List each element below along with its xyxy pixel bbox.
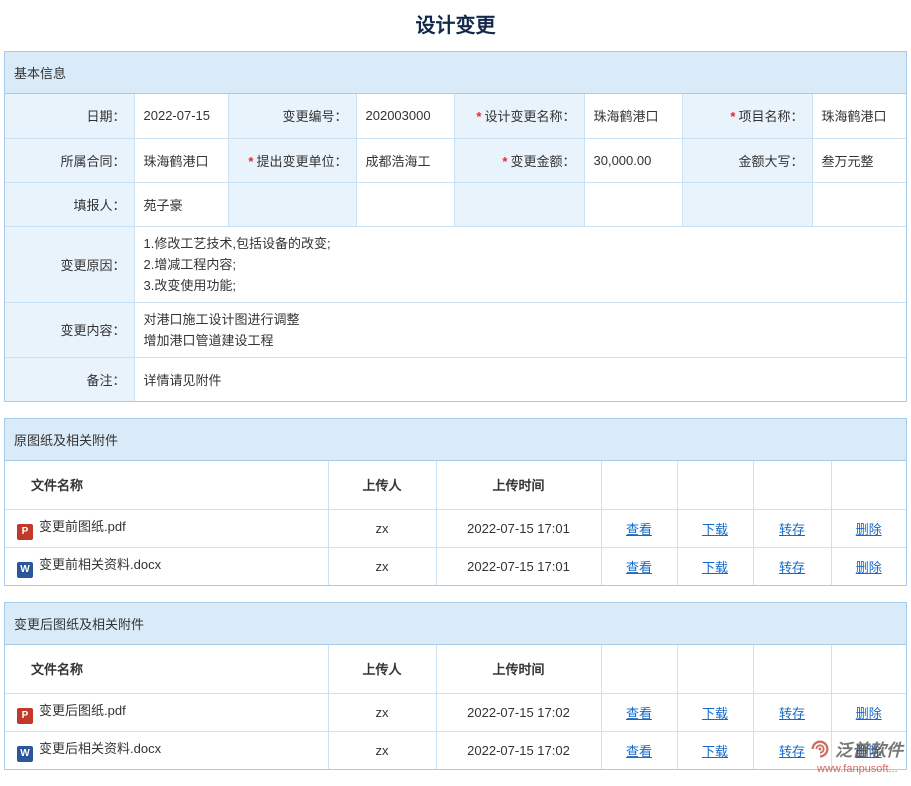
column-header-upload-time: 上传时间 <box>436 461 601 509</box>
column-header-empty <box>831 645 906 693</box>
amount-caps-value: 叁万元整 <box>812 138 906 182</box>
view-link[interactable]: 查看 <box>626 706 652 721</box>
empty-label-cell <box>682 182 812 226</box>
design-change-name-value: 珠海鹤港口 <box>584 94 682 138</box>
basic-info-section: 基本信息 日期： 2022-07-15 变更编号： 202003000 *设计变… <box>4 51 907 402</box>
propose-unit-label: *提出变更单位： <box>228 138 356 182</box>
download-link[interactable]: 下载 <box>702 522 728 537</box>
required-mark: * <box>248 154 253 169</box>
column-header-empty <box>831 461 906 509</box>
reason-value: 1.修改工艺技术,包括设备的改变; 2.增减工程内容; 3.改变使用功能; <box>134 226 906 302</box>
download-link[interactable]: 下载 <box>702 560 728 575</box>
column-header-file-name: 文件名称 <box>5 461 328 509</box>
propose-unit-value: 成都浩海工 <box>356 138 454 182</box>
view-link[interactable]: 查看 <box>626 560 652 575</box>
view-link[interactable]: 查看 <box>626 522 652 537</box>
download-link[interactable]: 下载 <box>702 744 728 759</box>
table-row: W变更后相关资料.docx zx 2022-07-15 17:02 查看 下载 … <box>5 731 906 769</box>
attachments-before-section: 原图纸及相关附件 文件名称 上传人 上传时间 P变更前图纸.pdf zx 202… <box>4 418 907 586</box>
save-as-link[interactable]: 转存 <box>779 706 805 721</box>
pdf-icon: P <box>17 524 33 540</box>
file-name-cell: W变更后相关资料.docx <box>5 731 328 769</box>
amount-value: 30,000.00 <box>584 138 682 182</box>
upload-time-cell: 2022-07-15 17:01 <box>436 547 601 585</box>
content-label: 变更内容： <box>5 302 134 357</box>
upload-time-cell: 2022-07-15 17:02 <box>436 693 601 731</box>
uploader-cell: zx <box>328 693 436 731</box>
file-name-cell: P变更后图纸.pdf <box>5 693 328 731</box>
upload-time-cell: 2022-07-15 17:01 <box>436 509 601 547</box>
required-mark: * <box>730 109 735 124</box>
empty-label-cell <box>228 182 356 226</box>
column-header-empty <box>753 461 831 509</box>
required-mark: * <box>502 154 507 169</box>
remark-value: 详情请见附件 <box>134 357 906 401</box>
attachments-after-section: 变更后图纸及相关附件 文件名称 上传人 上传时间 P变更后图纸.pdf zx 2… <box>4 602 907 770</box>
file-name-cell: W变更前相关资料.docx <box>5 547 328 585</box>
contract-value: 珠海鹤港口 <box>134 138 228 182</box>
delete-link[interactable]: 删除 <box>856 560 882 575</box>
save-as-link[interactable]: 转存 <box>779 560 805 575</box>
amount-caps-label: 金额大写： <box>682 138 812 182</box>
reason-label: 变更原因： <box>5 226 134 302</box>
save-as-link[interactable]: 转存 <box>779 744 805 759</box>
empty-value-cell <box>584 182 682 226</box>
file-name-cell: P变更前图纸.pdf <box>5 509 328 547</box>
column-header-empty <box>601 645 677 693</box>
date-value: 2022-07-15 <box>134 94 228 138</box>
table-row: P变更前图纸.pdf zx 2022-07-15 17:01 查看 下载 转存 … <box>5 509 906 547</box>
table-row: W变更前相关资料.docx zx 2022-07-15 17:01 查看 下载 … <box>5 547 906 585</box>
download-link[interactable]: 下载 <box>702 706 728 721</box>
contract-label: 所属合同： <box>5 138 134 182</box>
column-header-empty <box>677 461 753 509</box>
change-no-label: 变更编号： <box>228 94 356 138</box>
empty-value-cell <box>356 182 454 226</box>
column-header-empty <box>753 645 831 693</box>
remark-label: 备注： <box>5 357 134 401</box>
empty-value-cell <box>812 182 906 226</box>
column-header-uploader: 上传人 <box>328 461 436 509</box>
word-icon: W <box>17 746 33 762</box>
content-value: 对港口施工设计图进行调整 增加港口管道建设工程 <box>134 302 906 357</box>
date-label: 日期： <box>5 94 134 138</box>
filler-value: 苑子豪 <box>134 182 228 226</box>
view-link[interactable]: 查看 <box>626 744 652 759</box>
column-header-uploader: 上传人 <box>328 645 436 693</box>
uploader-cell: zx <box>328 731 436 769</box>
delete-link[interactable]: 删除 <box>856 522 882 537</box>
delete-link[interactable]: 删除 <box>856 706 882 721</box>
column-header-file-name: 文件名称 <box>5 645 328 693</box>
uploader-cell: zx <box>328 547 436 585</box>
column-header-upload-time: 上传时间 <box>436 645 601 693</box>
save-as-link[interactable]: 转存 <box>779 522 805 537</box>
page-title: 设计变更 <box>0 0 911 51</box>
project-name-label: *项目名称： <box>682 94 812 138</box>
uploader-cell: zx <box>328 509 436 547</box>
filler-label: 填报人： <box>5 182 134 226</box>
attachments-after-section-title: 变更后图纸及相关附件 <box>5 603 906 645</box>
project-name-value: 珠海鹤港口 <box>812 94 906 138</box>
basic-info-section-title: 基本信息 <box>5 52 906 94</box>
pdf-icon: P <box>17 708 33 724</box>
word-icon: W <box>17 562 33 578</box>
delete-link[interactable]: 删除 <box>856 744 882 759</box>
column-header-empty <box>677 645 753 693</box>
upload-time-cell: 2022-07-15 17:02 <box>436 731 601 769</box>
design-change-name-label: *设计变更名称： <box>454 94 584 138</box>
attachments-before-section-title: 原图纸及相关附件 <box>5 419 906 461</box>
column-header-empty <box>601 461 677 509</box>
required-mark: * <box>476 109 481 124</box>
amount-label: *变更金额： <box>454 138 584 182</box>
table-row: P变更后图纸.pdf zx 2022-07-15 17:02 查看 下载 转存 … <box>5 693 906 731</box>
change-no-value: 202003000 <box>356 94 454 138</box>
empty-label-cell <box>454 182 584 226</box>
